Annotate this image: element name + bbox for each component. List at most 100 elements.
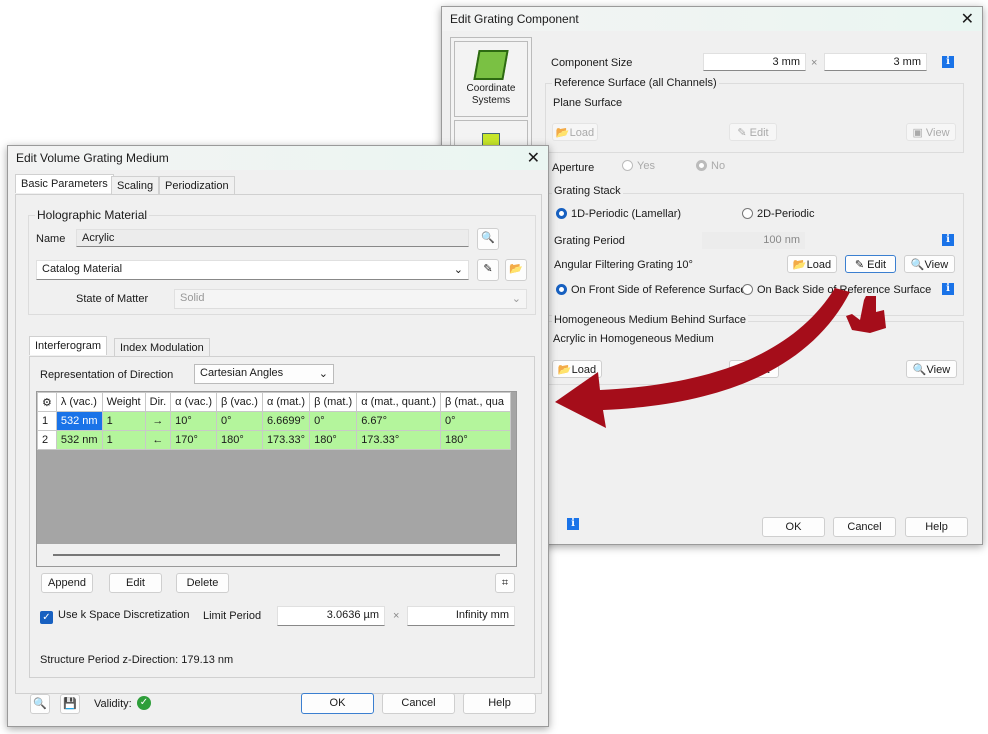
tab-interferogram[interactable]: Interferogram <box>29 336 108 355</box>
medium-edit-button[interactable]: ✎ Edit <box>729 360 779 378</box>
limit-period-y-input[interactable]: Infinity mm <box>407 606 515 626</box>
grating-load-button[interactable]: 📂Load <box>787 255 837 273</box>
name-label: Name <box>36 233 66 245</box>
close-icon[interactable]: ✕ <box>527 148 540 168</box>
info-icon[interactable]: i <box>942 234 954 246</box>
cancel-button[interactable]: Cancel <box>833 517 896 537</box>
grating-period-input: 100 nm <box>702 232 805 249</box>
append-button[interactable]: Append <box>41 573 93 593</box>
tab-basic-parameters[interactable]: Basic Parameters <box>15 174 114 193</box>
component-width-input[interactable]: 3 mm <box>703 53 806 71</box>
grating-view-button[interactable]: 🔍View <box>904 255 955 273</box>
catalog-material-select[interactable]: Catalog Material ⌄ <box>36 260 469 280</box>
reference-surface-group <box>545 83 964 153</box>
cell[interactable]: 173.33° <box>356 430 442 450</box>
table-row[interactable]: 2 532 nm 1 ← 170° 180° 173.33° 180° 173.… <box>37 430 512 450</box>
k-space-checkbox[interactable]: ✓ Use k Space Discretization <box>40 609 189 624</box>
row-index[interactable]: 1 <box>37 411 57 431</box>
ok-button[interactable]: OK <box>301 693 374 714</box>
cell[interactable]: 180° <box>309 430 358 450</box>
representation-select[interactable]: Cartesian Angles ⌄ <box>194 364 334 384</box>
tab-scaling[interactable]: Scaling <box>111 176 160 195</box>
save-button[interactable]: 💾 <box>60 694 80 714</box>
reference-edit-button[interactable]: ✎ Edit <box>729 123 777 141</box>
cell[interactable]: 173.33° <box>261 430 311 450</box>
column-header[interactable]: λ (vac.) <box>55 392 103 412</box>
help-button[interactable]: Help <box>905 517 968 537</box>
info-icon[interactable]: i <box>942 283 954 295</box>
column-header[interactable]: α (vac.) <box>170 392 218 412</box>
search-icon: 🔍 <box>481 232 495 244</box>
1d-periodic-radio[interactable]: 1D-Periodic (Lamellar) <box>556 208 681 220</box>
edit-material-button[interactable]: ✎ <box>477 259 499 281</box>
coordinate-systems-button[interactable]: Coordinate Systems <box>454 41 528 117</box>
horizontal-scrollbar[interactable] <box>37 544 516 566</box>
folder-icon: 📂 <box>509 263 523 275</box>
plot-button[interactable]: ⌗ <box>495 573 515 593</box>
help-button[interactable]: Help <box>463 693 536 714</box>
cell[interactable]: 6.67° <box>356 411 442 431</box>
component-height-input[interactable]: 3 mm <box>824 53 927 71</box>
tab-index-modulation[interactable]: Index Modulation <box>114 338 210 357</box>
state-of-matter-label: State of Matter <box>76 293 149 305</box>
limit-period-x-input[interactable]: 3.0636 µm <box>277 606 385 626</box>
info-icon[interactable]: i <box>942 56 954 68</box>
2d-periodic-radio[interactable]: 2D-Periodic <box>742 208 814 220</box>
chevron-down-icon: ⌄ <box>511 293 521 305</box>
aperture-no-radio[interactable]: No <box>696 160 725 172</box>
cell[interactable]: 170° <box>170 430 218 450</box>
name-input[interactable]: Acrylic <box>76 229 469 247</box>
interferogram-table: ⚙ λ (vac.) Weight Dir. α (vac.) β (vac.)… <box>36 391 517 567</box>
cell[interactable]: 1 <box>101 411 146 431</box>
aperture-label: Aperture <box>552 162 595 174</box>
table-row[interactable]: 1 532 nm 1 → 10° 0° 6.6699° 0° 6.67° 0° <box>37 411 512 431</box>
search-button[interactable]: 🔍 <box>30 694 50 714</box>
cell[interactable]: 180° <box>216 430 263 450</box>
direction-arrow-left-icon[interactable]: ← <box>144 430 172 450</box>
chevron-down-icon: ⌄ <box>318 368 328 380</box>
reference-load-button[interactable]: 📂Load <box>552 123 598 141</box>
cell[interactable]: 0° <box>216 411 263 431</box>
chevron-down-icon: ⌄ <box>453 264 463 276</box>
ok-button[interactable]: OK <box>762 517 825 537</box>
tab-periodization[interactable]: Periodization <box>159 176 235 195</box>
column-header[interactable]: β (mat.) <box>309 392 358 412</box>
info-icon[interactable]: i <box>567 518 579 530</box>
medium-view-button[interactable]: 🔍View <box>906 360 957 378</box>
table-settings-gear-icon[interactable]: ⚙ <box>37 392 57 412</box>
column-header[interactable]: β (mat., qua <box>440 392 512 412</box>
reference-view-button[interactable]: ▣ View <box>906 123 956 141</box>
column-header[interactable]: α (mat., quant.) <box>356 392 442 412</box>
edit-button[interactable]: Edit <box>109 573 162 593</box>
grating-period-label: Grating Period <box>554 235 625 247</box>
cell[interactable]: 10° <box>170 411 218 431</box>
cell[interactable]: 0° <box>440 411 512 431</box>
valid-check-icon: ✓ <box>137 696 151 710</box>
close-icon[interactable]: ✕ <box>961 9 974 29</box>
cell[interactable]: 0° <box>309 411 358 431</box>
cell[interactable]: 6.6699° <box>261 411 311 431</box>
cell[interactable]: 180° <box>440 430 512 450</box>
medium-load-button[interactable]: 📂Load <box>552 360 602 378</box>
cell[interactable]: 1 <box>101 430 146 450</box>
column-header[interactable]: Dir. <box>144 392 172 412</box>
column-header[interactable]: Weight <box>101 392 146 412</box>
direction-arrow-right-icon[interactable]: → <box>144 411 172 431</box>
cancel-button[interactable]: Cancel <box>382 693 455 714</box>
search-material-button[interactable]: 🔍 <box>477 228 499 250</box>
aperture-yes-radio[interactable]: Yes <box>622 160 655 172</box>
delete-button[interactable]: Delete <box>176 573 229 593</box>
front-side-radio[interactable]: On Front Side of Reference Surface <box>556 284 746 296</box>
row-index[interactable]: 2 <box>37 430 57 450</box>
back-side-radio[interactable]: On Back Side of Reference Surface <box>742 284 931 296</box>
pencil-icon: ✎ <box>483 263 493 275</box>
times-sign: × <box>393 610 400 622</box>
cell[interactable]: 532 nm <box>55 411 103 431</box>
grating-edit-button[interactable]: ✎ Edit <box>845 255 896 273</box>
reference-surface-heading: Reference Surface (all Channels) <box>552 77 719 89</box>
open-folder-button[interactable]: 📂 <box>505 259 527 281</box>
column-header[interactable]: α (mat.) <box>261 392 311 412</box>
column-header[interactable]: β (vac.) <box>216 392 263 412</box>
cell[interactable]: 532 nm <box>55 430 103 450</box>
medium-name: Acrylic in Homogeneous Medium <box>553 333 714 345</box>
